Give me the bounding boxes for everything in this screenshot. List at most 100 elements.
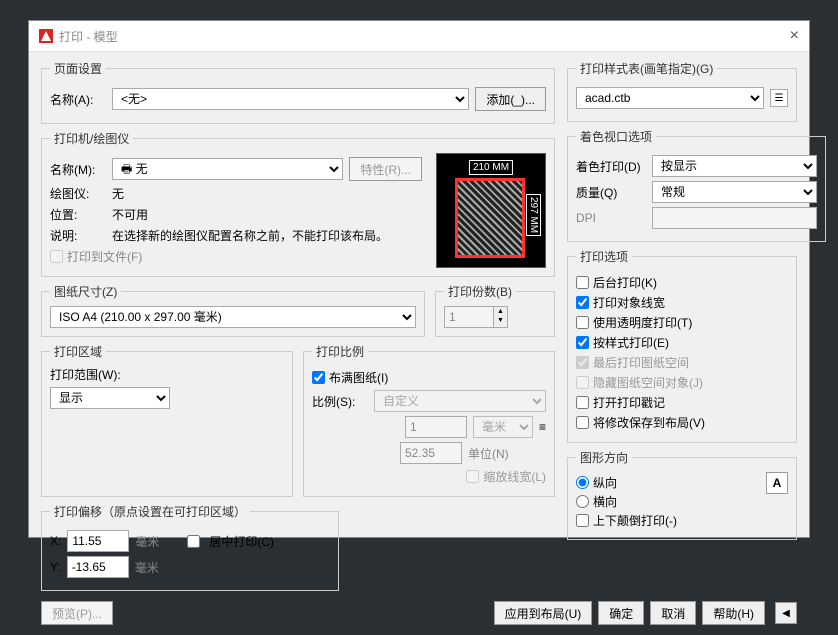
expand-options-icon[interactable]: ◀ [775, 602, 797, 624]
drawing-units-input [400, 442, 462, 464]
copies-legend: 打印份数(B) [444, 283, 516, 300]
offset-x-input[interactable] [67, 530, 129, 552]
orientation-legend: 图形方向 [576, 449, 632, 466]
add-page-setup-button[interactable]: 添加(_)... [475, 87, 546, 111]
scale-equals-label: ≡ [539, 420, 546, 434]
opt-paperspace-last-label: 最后打印图纸空间 [593, 354, 689, 371]
where-value: 不可用 [112, 206, 148, 223]
opt-stamp-label: 打开打印戳记 [593, 394, 665, 411]
quality-label: 质量(Q) [576, 184, 646, 201]
plot-scale-group: 打印比例 布满图纸(I) 比例(S): 自定义 毫米 ≡ 单位(N) [303, 343, 555, 497]
opt-save-changes-checkbox[interactable] [576, 416, 589, 429]
page-name-label: 名称(A): [50, 91, 106, 108]
preview-height-label: 297 MM [526, 194, 541, 236]
opt-paperspace-last-checkbox [576, 356, 589, 369]
copies-spinner[interactable]: ▲▼ [444, 306, 546, 328]
fit-to-paper-checkbox[interactable] [312, 371, 325, 384]
opt-background-checkbox[interactable] [576, 276, 589, 289]
copies-input [444, 306, 494, 328]
opt-lineweights-checkbox[interactable] [576, 296, 589, 309]
plotter-value: 无 [112, 185, 124, 202]
plot-offset-legend: 打印偏移（原点设置在可打印区域） [50, 503, 250, 520]
plot-options-group: 打印选项 后台打印(K) 打印对象线宽 使用透明度打印(T) 按样式打印(E) … [567, 248, 797, 443]
landscape-label: 横向 [593, 493, 617, 510]
shade-plot-label: 着色打印(D) [576, 158, 646, 175]
offset-x-unit: 毫米 [135, 533, 159, 550]
scale-lineweights-checkbox [466, 470, 479, 483]
upside-down-label: 上下颠倒打印(-) [593, 512, 677, 529]
plot-options-legend: 打印选项 [576, 248, 632, 265]
paper-size-select[interactable]: ISO A4 (210.00 x 297.00 毫米) [50, 306, 416, 328]
printer-name-select[interactable]: 🖶 无 [112, 158, 343, 180]
plot-scale-legend: 打印比例 [312, 343, 368, 360]
printer-name-label: 名称(M): [50, 161, 106, 178]
app-logo-icon [39, 29, 53, 43]
style-table-group: 打印样式表(画笔指定)(G) acad.ctb ☰ [567, 60, 797, 122]
printer-legend: 打印机/绘图仪 [50, 130, 133, 147]
style-table-edit-icon[interactable]: ☰ [770, 89, 788, 107]
dpi-input [652, 207, 817, 229]
print-to-file-checkbox [50, 250, 63, 263]
center-plot-checkbox[interactable] [187, 535, 200, 548]
plot-dialog: 打印 - 模型 × 页面设置 名称(A): <无> 添加(_)... 打印机/绘… [28, 20, 810, 538]
opt-save-changes-label: 将修改保存到布局(V) [593, 414, 705, 431]
copies-up-icon: ▲ [494, 307, 507, 316]
preview-width-label: 210 MM [469, 160, 513, 175]
opt-hide-paperspace-label: 隐藏图纸空间对象(J) [593, 374, 703, 391]
portrait-label: 纵向 [593, 474, 617, 491]
plot-area-legend: 打印区域 [50, 343, 106, 360]
opt-styles-checkbox[interactable] [576, 336, 589, 349]
desc-label: 说明: [50, 227, 106, 244]
printer-properties-button: 特性(R)... [349, 157, 422, 181]
style-table-select[interactable]: acad.ctb [576, 87, 764, 109]
opt-transparency-checkbox[interactable] [576, 316, 589, 329]
plot-offset-group: 打印偏移（原点设置在可打印区域） X: 毫米 居中打印(C) Y: 毫米 [41, 503, 339, 591]
plot-what-label: 打印范围(W): [50, 366, 284, 383]
window-title: 打印 - 模型 [59, 28, 118, 45]
paper-size-legend: 图纸尺寸(Z) [50, 283, 121, 300]
page-name-select[interactable]: <无> [112, 88, 469, 110]
scale-select: 自定义 [374, 390, 546, 412]
dpi-label: DPI [576, 211, 646, 225]
upside-down-checkbox[interactable] [576, 514, 589, 527]
scale-lineweights-label: 缩放线宽(L) [483, 468, 546, 485]
desc-value: 在选择新的绘图仪配置名称之前，不能打印该布局。 [112, 227, 388, 244]
offset-y-label: Y: [50, 560, 61, 574]
opt-transparency-label: 使用透明度打印(T) [593, 314, 692, 331]
page-setup-group: 页面设置 名称(A): <无> 添加(_)... [41, 60, 555, 124]
help-button[interactable]: 帮助(H) [702, 601, 765, 625]
opt-lineweights-label: 打印对象线宽 [593, 294, 665, 311]
shade-plot-select[interactable]: 按显示 [652, 155, 817, 177]
plotter-label: 绘图仪: [50, 185, 106, 202]
fit-to-paper-label: 布满图纸(I) [329, 369, 388, 386]
plot-what-select[interactable]: 显示 [50, 387, 170, 409]
scale-unit-select: 毫米 [473, 416, 533, 438]
where-label: 位置: [50, 206, 106, 223]
copies-down-icon: ▼ [494, 316, 507, 325]
paper-size-group: 图纸尺寸(Z) ISO A4 (210.00 x 297.00 毫米) [41, 283, 425, 337]
opt-styles-label: 按样式打印(E) [593, 334, 669, 351]
center-plot-label: 居中打印(C) [209, 533, 274, 550]
opt-background-label: 后台打印(K) [593, 274, 657, 291]
scale-label: 比例(S): [312, 393, 368, 410]
close-icon[interactable]: × [790, 27, 799, 45]
ok-button[interactable]: 确定 [598, 601, 644, 625]
cancel-button[interactable]: 取消 [650, 601, 696, 625]
copies-group: 打印份数(B) ▲▼ [435, 283, 555, 337]
apply-to-layout-button[interactable]: 应用到布局(U) [494, 601, 593, 625]
opt-stamp-checkbox[interactable] [576, 396, 589, 409]
offset-y-input[interactable] [67, 556, 129, 578]
orientation-group: 图形方向 纵向 横向 上下颠倒打印(-) A [567, 449, 797, 540]
dialog-footer: 预览(P)... 应用到布局(U) 确定 取消 帮助(H) ◀ [29, 595, 809, 635]
page-setup-legend: 页面设置 [50, 60, 106, 77]
landscape-radio[interactable] [576, 495, 589, 508]
orientation-icon: A [766, 472, 788, 494]
portrait-radio[interactable] [576, 476, 589, 489]
quality-select[interactable]: 常规 [652, 181, 817, 203]
shaded-viewport-group: 着色视口选项 着色打印(D)按显示 质量(Q)常规 DPI [567, 128, 826, 242]
style-table-legend: 打印样式表(画笔指定)(G) [576, 60, 717, 77]
print-to-file-label: 打印到文件(F) [67, 248, 142, 265]
preview-button: 预览(P)... [41, 601, 113, 625]
printer-group: 打印机/绘图仪 名称(M): 🖶 无 特性(R)... 绘图仪: 无 位置: 不可用… [41, 130, 555, 277]
preview-sheet-icon [455, 178, 525, 258]
